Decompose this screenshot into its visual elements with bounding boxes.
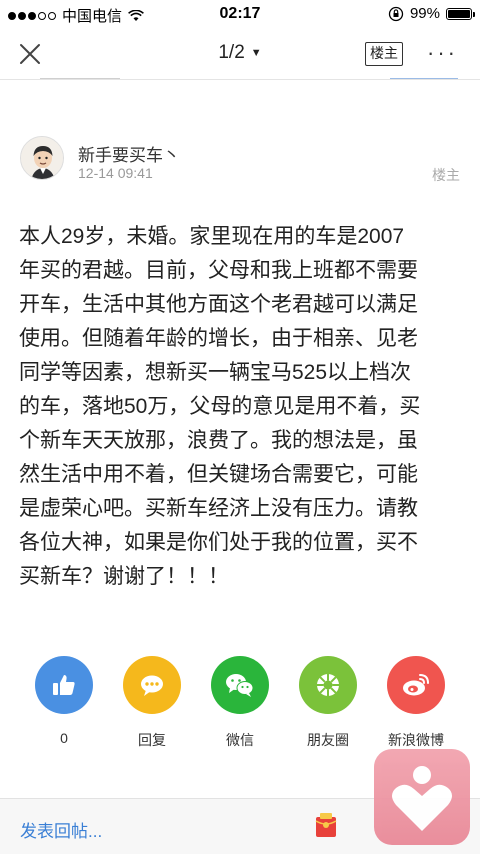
post-body-line: 的车，落地50万，父母的意见是用不着，买 [19,395,421,418]
weibo-icon [387,656,445,714]
share-wechat-button[interactable]: 微信 [200,656,280,750]
reply-input-prompt[interactable]: 发表回帖... [20,817,102,842]
heart-person-icon [392,766,452,831]
post-time: 12-14 09:41 [78,165,153,181]
status-right: 99% [388,5,475,22]
share-weibo-button[interactable]: 新浪微博 [376,656,456,750]
thumbs-up-icon [35,656,93,714]
battery-percent: 99% [409,5,440,22]
share-moments-button[interactable]: 朋友圈 [288,656,368,750]
post-body-line: 买新车？谢谢了！！！ [19,565,229,588]
post-body-line: 开车，生活中其他方面这个老君越可以满足 [19,293,418,316]
post-body-line: 使用。但随着年龄的增长，由于相亲、见老 [19,327,418,350]
wechat-icon [211,656,269,714]
nav-bar: 1/2 ▼ 楼主 ··· [0,28,480,80]
page-indicator-text: 1/2 [218,42,245,63]
wechat-label: 微信 [226,732,254,748]
share-row: 0 回复 微信 朋友圈 新浪微博 [0,656,480,756]
reply-button[interactable]: 回复 [112,656,192,750]
weibo-label: 新浪微博 [388,732,444,748]
post-body-line: 年买的君越。目前，父母和我上班都不需要 [19,259,418,282]
orientation-lock-icon [388,6,404,21]
author-only-button[interactable]: 楼主 [365,42,403,66]
post-body-line: 然生活中用不着，但关键场合需要它，可能 [19,463,418,486]
red-envelope-icon[interactable] [314,813,338,839]
moments-label: 朋友圈 [307,732,349,748]
post-author-name[interactable]: 新手要买车丶 [78,141,180,166]
post-body-line: 各位大神，如果是你们处于我的位置，买不 [19,531,418,554]
post-body-line: 本人29岁，未婚。家里现在用的车是2007 [19,225,405,248]
like-count: 0 [60,730,68,746]
like-button[interactable]: 0 [24,656,104,746]
battery-icon [446,7,475,20]
reply-label: 回复 [138,732,166,748]
chevron-down-icon: ▼ [250,46,262,59]
moments-icon [299,656,357,714]
status-bar: 中国电信 02:17 99% [0,0,480,28]
avatar[interactable] [20,136,64,180]
chat-bubble-icon [123,656,181,714]
post-body-line: 是虚荣心吧。买新车经济上没有压力。请教 [19,497,418,520]
page-indicator[interactable]: 1/2 ▼ [0,42,480,64]
clipped-previous-row [0,78,480,86]
post-body-line: 同学等因素，想新买一辆宝马525以上档次 [19,361,412,384]
post-body: 本人29岁，未婚。家里现在用的车是2007 年买的君越。目前，父母和我上班都不需… [19,220,465,594]
post-body-line: 个新车天天放那，浪费了。我的想法是，虽 [19,429,418,452]
more-options-icon[interactable]: ··· [427,40,458,66]
floating-heart-button[interactable] [374,749,470,845]
floor-label: 楼主 [432,167,460,183]
user-avatar-icon [21,137,63,179]
